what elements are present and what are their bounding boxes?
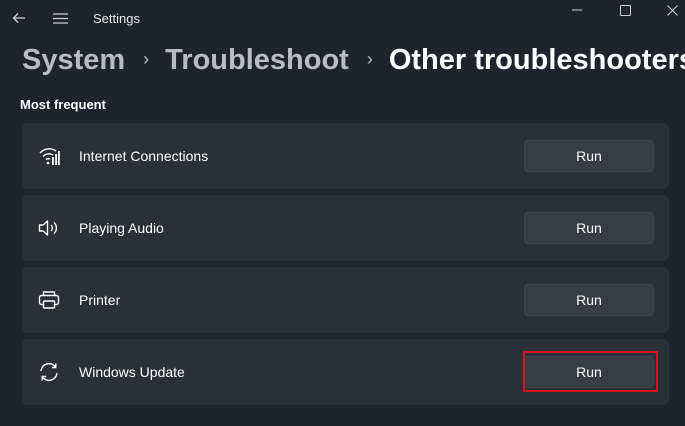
troubleshooter-row-printer: Printer Run [22,267,669,333]
breadcrumb-separator: › [366,48,373,69]
back-button[interactable] [5,4,33,32]
minimize-icon [572,9,582,11]
troubleshooter-label: Windows Update [79,364,185,380]
hamburger-menu-icon [52,12,68,24]
navigation-menu-button[interactable] [46,4,74,32]
minimize-button[interactable] [563,0,591,24]
sync-refresh-icon [37,361,61,383]
title-bar: Settings [0,0,685,36]
run-playing-audio-button[interactable]: Run [524,212,654,244]
breadcrumb: System › Troubleshoot › Other troublesho… [22,38,685,82]
back-arrow-icon [12,13,25,23]
troubleshooter-row-internet-connections: Internet Connections Run [22,123,669,189]
troubleshooter-label: Printer [79,292,121,308]
maximize-button[interactable] [611,0,639,24]
section-title: Most frequent [20,97,106,112]
run-internet-connections-button[interactable]: Run [524,140,654,172]
wifi-network-icon [37,145,61,167]
run-windows-update-button[interactable]: Run [524,356,654,388]
breadcrumb-troubleshoot[interactable]: Troubleshoot [165,44,349,77]
troubleshooter-row-playing-audio: Playing Audio Run [22,195,669,261]
close-button[interactable] [658,0,685,24]
troubleshooter-row-windows-update: Windows Update Run [22,339,669,405]
maximize-icon [619,4,631,16]
settings-window: Settings System › Troubleshoot › Other t… [0,0,685,426]
printer-icon [37,289,61,311]
troubleshooter-label: Internet Connections [79,148,209,164]
troubleshooter-label: Playing Audio [79,220,164,236]
speaker-icon [37,217,61,239]
close-icon [666,4,678,16]
page-title: Other troubleshooters [388,43,685,76]
breadcrumb-system[interactable]: System [22,44,125,77]
run-printer-button[interactable]: Run [524,284,654,316]
breadcrumb-separator: › [143,48,150,69]
app-title: Settings [93,11,140,26]
